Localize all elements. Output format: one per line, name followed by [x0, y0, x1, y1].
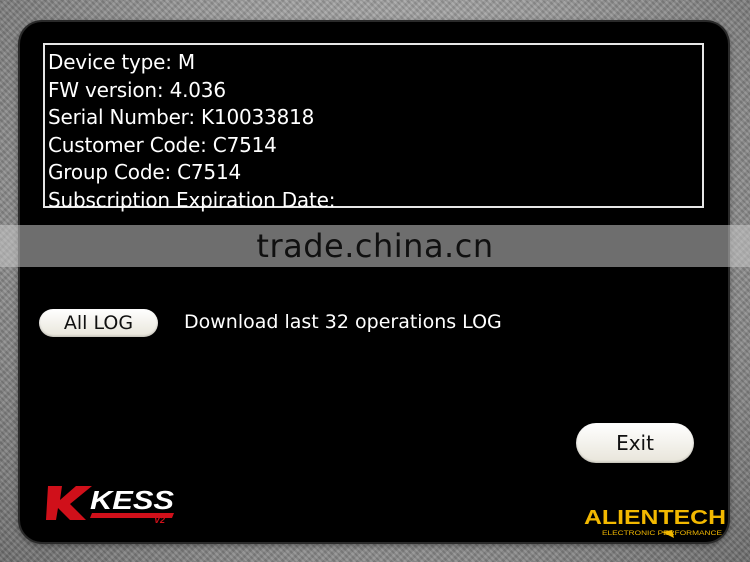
customer-code-line: Customer Code: C7514 [48, 132, 277, 157]
alientech-logo: ALIENTECH ELECTRONIC PERFORMANCE [584, 507, 726, 538]
all-log-button[interactable]: All LOG [39, 309, 158, 337]
watermark-text: trade.china.cn [256, 227, 494, 265]
all-log-description: Download last 32 operations LOG [184, 311, 502, 333]
kess-logo: KESS V2 [46, 485, 175, 524]
kess-logo-text: KESS [90, 485, 175, 515]
group-code-line: Group Code: C7514 [48, 160, 242, 184]
fw-version-line: FW version: 4.036 [48, 77, 226, 102]
main-panel: Device type: M FW version: 4.036 Serial … [20, 22, 728, 542]
subscription-expiration-line: Subscription Expiration Date: [48, 187, 336, 212]
alientech-logo-text: ALIENTECH [584, 507, 726, 529]
alientech-tagline: ELECTRONIC PERFORMANCE [602, 531, 722, 537]
device-type-line: Device type: M [48, 50, 195, 74]
kess-version-text: V2 [154, 515, 165, 524]
exit-button[interactable]: Exit [576, 423, 694, 463]
device-info-box: Device type: M FW version: 4.036 Serial … [43, 43, 704, 212]
kess-logo-mark: KESS V2 [46, 485, 175, 524]
watermark-band: trade.china.cn [0, 225, 750, 267]
serial-number-line: Serial Number: K10033818 [48, 105, 315, 129]
